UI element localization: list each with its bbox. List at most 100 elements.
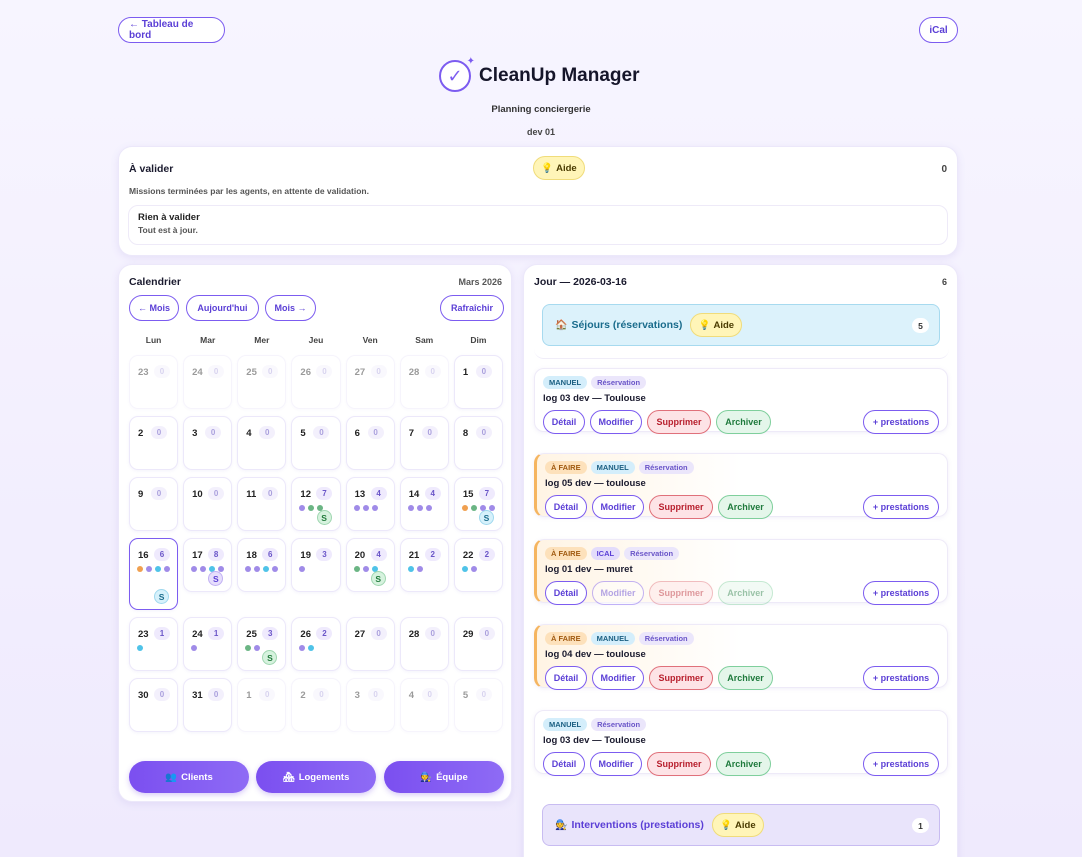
calendar-day[interactable]: 28 0 xyxy=(399,355,449,409)
calendar-day[interactable]: 25 3 S xyxy=(237,617,287,671)
calendar-day[interactable]: 70 xyxy=(399,416,449,470)
prev-month-button[interactable]: ← Mois xyxy=(129,295,179,321)
equipe-label: Équipe xyxy=(436,771,468,783)
interventions-help-button[interactable]: 💡 Aide xyxy=(711,813,764,837)
sejours-help-button[interactable]: 💡 Aide xyxy=(690,313,743,337)
archive-button[interactable]: Archiver xyxy=(718,666,773,690)
calendar-day[interactable]: 50 xyxy=(453,678,503,732)
detail-button[interactable]: Détail xyxy=(545,666,587,690)
day-count-badge: 3 xyxy=(262,627,279,640)
calendar-day[interactable]: 31 0 xyxy=(183,678,233,732)
archive-button[interactable]: Archiver xyxy=(716,410,771,434)
calendar-day[interactable]: 14 4 xyxy=(399,477,449,531)
event-dot xyxy=(362,566,369,572)
calendar-day[interactable]: 20 4 S xyxy=(345,538,395,592)
sejours-section-header[interactable]: 🏠 Séjours (réservations) 💡 Aide 5 xyxy=(542,304,940,346)
tag-resa-t: Réservation xyxy=(591,376,647,389)
day-count-badge: 7 xyxy=(478,487,495,500)
back-to-dashboard-button[interactable]: ← Tableau de bord xyxy=(118,17,225,43)
detail-button[interactable]: Détail xyxy=(543,752,585,776)
add-prestations-button[interactable]: + prestations xyxy=(863,581,939,605)
edit-button[interactable]: Modifier xyxy=(592,495,644,519)
day-number: 28 xyxy=(408,629,420,640)
reservation-actions: Détail Modifier Supprimer Archiver xyxy=(543,752,771,776)
reservation-tags: À FAIRE ICAL Réservation xyxy=(545,547,680,560)
calendar-day[interactable]: 13 4 xyxy=(345,477,395,531)
calendar-day[interactable]: 27 0 xyxy=(345,355,395,409)
calendar-day[interactable]: 26 0 xyxy=(291,355,341,409)
calendar-day[interactable]: 50 xyxy=(291,416,341,470)
calendar-day[interactable]: 15 7 S xyxy=(453,477,503,531)
calendar-day[interactable]: 22 2 xyxy=(453,538,503,592)
calendar-day[interactable]: 29 0 xyxy=(453,617,503,671)
delete-button[interactable]: Supprimer xyxy=(649,495,713,519)
event-dot xyxy=(308,645,315,651)
add-prestations-button[interactable]: + prestations xyxy=(863,410,939,434)
next-month-button[interactable]: Mois → xyxy=(265,295,316,321)
delete-button[interactable]: Supprimer xyxy=(647,410,711,434)
calendar-day[interactable]: 17 8 S xyxy=(183,538,233,592)
calendar-day[interactable]: 18 6 xyxy=(237,538,287,592)
calendar-day[interactable]: 30 0 xyxy=(129,678,179,732)
calendar-day[interactable]: 30 xyxy=(183,416,233,470)
day-number: 4 xyxy=(408,690,414,701)
clients-button[interactable]: 👥 Clients xyxy=(129,761,249,793)
today-button[interactable]: Aujourd'hui xyxy=(186,295,259,321)
calendar-day[interactable]: 28 0 xyxy=(399,617,449,671)
calendar-day-today[interactable]: 16 6 S xyxy=(129,538,179,610)
app-title: CleanUp Manager xyxy=(479,65,640,86)
calendar-day[interactable]: 24 0 xyxy=(183,355,233,409)
archive-button[interactable]: Archiver xyxy=(718,495,773,519)
equipe-button[interactable]: 🧑‍🔧 Équipe xyxy=(384,761,504,793)
calendar-day[interactable]: 23 1 xyxy=(129,617,179,671)
add-prestations-button[interactable]: + prestations xyxy=(863,666,939,690)
day-count-badge: 1 xyxy=(208,627,225,640)
edit-button[interactable]: Modifier xyxy=(592,581,644,605)
edit-button[interactable]: Modifier xyxy=(590,410,642,434)
event-dot xyxy=(407,505,414,511)
calendar-day[interactable]: 19 3 xyxy=(291,538,341,592)
calendar-day[interactable]: 26 2 xyxy=(291,617,341,671)
edit-button[interactable]: Modifier xyxy=(592,666,644,690)
calendar-day[interactable]: 12 7 S xyxy=(291,477,341,531)
reservation-card: À FAIRE ICAL Réservation log 01 dev — muret… xyxy=(534,539,948,605)
stay-badge: S xyxy=(154,589,170,604)
validation-help-button[interactable]: 💡 Aide xyxy=(533,156,585,180)
validation-empty-state: Rien à valider Tout est à jour. xyxy=(128,205,948,245)
archive-button[interactable]: Archiver xyxy=(718,581,773,605)
calendar-day[interactable]: 60 xyxy=(345,416,395,470)
calendar-day[interactable]: 30 xyxy=(345,678,395,732)
delete-button[interactable]: Supprimer xyxy=(649,666,713,690)
refresh-button[interactable]: Rafraîchir xyxy=(440,295,504,321)
calendar-day[interactable]: 20 xyxy=(291,678,341,732)
archive-button[interactable]: Archiver xyxy=(716,752,771,776)
calendar-day[interactable]: 24 1 xyxy=(183,617,233,671)
calendar-day[interactable]: 80 xyxy=(453,416,503,470)
day-number: 10 xyxy=(192,489,203,500)
add-prestations-button[interactable]: + prestations xyxy=(863,752,939,776)
day-panel: Jour — 2026-03-16 6 🏠 Séjours (réservati… xyxy=(523,264,958,857)
interventions-section-header[interactable]: 🧑‍🔧 Interventions (prestations) 💡 Aide 1 xyxy=(542,804,940,846)
day-number: 4 xyxy=(246,428,252,439)
calendar-day[interactable]: 21 2 xyxy=(399,538,449,592)
add-prestations-button[interactable]: + prestations xyxy=(863,495,939,519)
calendar-day[interactable]: 23 0 xyxy=(129,355,179,409)
ical-button[interactable]: iCal xyxy=(919,17,958,43)
calendar-day[interactable]: 10 0 xyxy=(183,477,233,531)
calendar-day[interactable]: 10 xyxy=(237,678,287,732)
calendar-day[interactable]: 27 0 xyxy=(345,617,395,671)
calendar-day[interactable]: 11 0 xyxy=(237,477,287,531)
calendar-day[interactable]: 10 xyxy=(453,355,503,409)
detail-button[interactable]: Détail xyxy=(545,495,587,519)
detail-button[interactable]: Détail xyxy=(543,410,585,434)
detail-button[interactable]: Détail xyxy=(545,581,587,605)
delete-button[interactable]: Supprimer xyxy=(649,581,713,605)
calendar-day[interactable]: 90 xyxy=(129,477,179,531)
calendar-day[interactable]: 40 xyxy=(237,416,287,470)
edit-button[interactable]: Modifier xyxy=(590,752,642,776)
calendar-day[interactable]: 25 0 xyxy=(237,355,287,409)
delete-button[interactable]: Supprimer xyxy=(647,752,711,776)
logements-button[interactable]: 🏘 Logements xyxy=(256,761,376,793)
calendar-day[interactable]: 20 xyxy=(129,416,179,470)
calendar-day[interactable]: 40 xyxy=(399,678,449,732)
